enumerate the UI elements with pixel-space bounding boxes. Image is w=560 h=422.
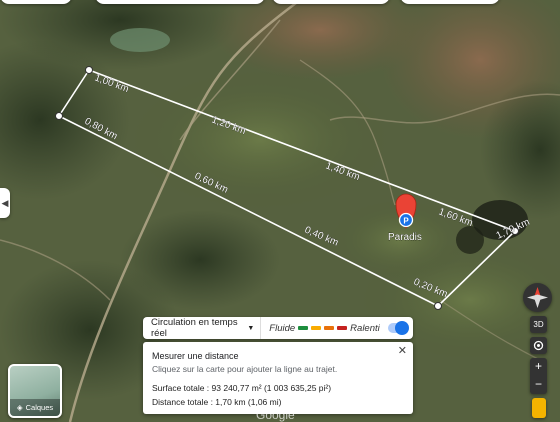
measure-distance-panel: Mesurer une distance Cliquez sur la cart… bbox=[143, 342, 413, 414]
traffic-swatch bbox=[298, 326, 309, 330]
traffic-dropdown[interactable]: Circulation en temps réel ▼ bbox=[143, 317, 262, 339]
collapse-panel-button[interactable]: ◀ bbox=[0, 188, 10, 218]
traffic-swatch bbox=[324, 326, 335, 330]
traffic-fast-label: Fluide bbox=[269, 322, 296, 334]
my-location-button[interactable] bbox=[530, 337, 547, 354]
pegman-icon[interactable] bbox=[532, 398, 546, 418]
three-d-button[interactable]: 3D bbox=[530, 316, 547, 333]
zoom-control: + − bbox=[530, 358, 547, 394]
total-distance: Distance totale : 1,70 km (1,06 mi) bbox=[152, 397, 282, 407]
zoom-in-button[interactable]: + bbox=[530, 358, 547, 376]
traffic-dropdown-label: Circulation en temps réel bbox=[151, 317, 238, 339]
top-chip[interactable] bbox=[400, 0, 500, 4]
close-icon[interactable]: ✕ bbox=[398, 344, 407, 357]
place-label[interactable]: Paradis bbox=[388, 232, 422, 243]
top-chip[interactable] bbox=[272, 0, 390, 4]
google-logo: Google bbox=[256, 408, 295, 422]
traffic-toggle[interactable] bbox=[387, 321, 410, 335]
layers-icon: ◈ bbox=[16, 403, 23, 412]
top-chip[interactable] bbox=[95, 0, 265, 4]
traffic-legend: Fluide Ralenti bbox=[261, 323, 387, 334]
traffic-swatch bbox=[337, 326, 348, 330]
layers-button[interactable]: ◈ Calques bbox=[8, 364, 62, 418]
measure-vertex[interactable] bbox=[85, 66, 93, 74]
caret-down-icon: ▼ bbox=[247, 324, 255, 332]
search-box-fragment[interactable] bbox=[0, 0, 72, 4]
traffic-slow-label: Ralenti bbox=[350, 322, 380, 334]
total-area: Surface totale : 93 240,77 m² (1 003 635… bbox=[152, 383, 332, 393]
locate-icon bbox=[533, 340, 544, 351]
chevron-left-icon: ◀ bbox=[1, 198, 9, 208]
compass-button[interactable] bbox=[523, 283, 552, 312]
measure-vertex[interactable] bbox=[55, 112, 63, 120]
zoom-out-button[interactable]: − bbox=[530, 376, 547, 394]
layers-label: Calques bbox=[25, 403, 54, 412]
panel-hint: Cliquez sur la carte pour ajouter la lig… bbox=[152, 364, 338, 374]
measure-vertex[interactable] bbox=[434, 302, 442, 310]
compass-icon bbox=[527, 287, 548, 308]
traffic-bar: Circulation en temps réel ▼ Fluide Ralen… bbox=[143, 317, 413, 339]
svg-text:P: P bbox=[403, 217, 409, 226]
panel-title: Mesurer une distance bbox=[152, 351, 239, 361]
traffic-swatch bbox=[311, 326, 322, 330]
